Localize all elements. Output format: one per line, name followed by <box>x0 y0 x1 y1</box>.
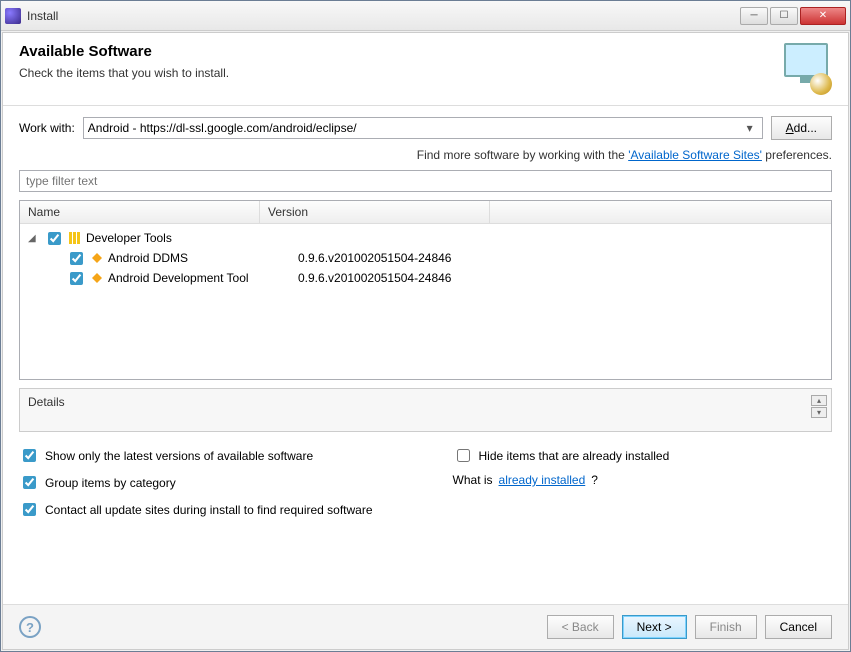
filter-input[interactable] <box>19 170 832 192</box>
group-category-checkbox[interactable] <box>23 476 36 489</box>
minimize-button[interactable]: ─ <box>740 7 768 25</box>
tree-child-node[interactable]: Android DDMS 0.9.6.v201002051504-24846 <box>20 248 831 268</box>
cancel-button[interactable]: Cancel <box>765 615 832 639</box>
work-with-value: Android - https://dl-ssl.google.com/andr… <box>88 121 742 135</box>
root-checkbox[interactable] <box>48 232 61 245</box>
tree-child-node[interactable]: Android Development Tool 0.9.6.v20100205… <box>20 268 831 288</box>
window-title: Install <box>27 9 740 23</box>
item-checkbox[interactable] <box>70 272 83 285</box>
install-icon <box>772 43 832 95</box>
item-version: 0.9.6.v201002051504-24846 <box>290 251 831 265</box>
work-with-label: Work with: <box>19 121 75 135</box>
plugin-icon <box>90 271 104 285</box>
sites-hint: Find more software by working with the '… <box>19 148 832 162</box>
column-version[interactable]: Version <box>260 201 490 223</box>
item-version: 0.9.6.v201002051504-24846 <box>290 271 831 285</box>
tree-body[interactable]: ◢ Developer Tools Android DDMS <box>20 224 831 379</box>
opt-group-category[interactable]: Group items by category <box>19 473 373 492</box>
button-bar: ? < Back Next > Finish Cancel <box>3 604 848 649</box>
plugin-icon <box>90 251 104 265</box>
root-label: Developer Tools <box>86 231 172 245</box>
column-name[interactable]: Name <box>20 201 260 223</box>
dialog-content: Available Software Check the items that … <box>2 32 849 650</box>
maximize-button[interactable]: ☐ <box>770 7 798 25</box>
tree-root-node[interactable]: ◢ Developer Tools <box>20 228 831 248</box>
what-is-installed: What is already installed ? <box>453 473 670 487</box>
install-dialog: Install ─ ☐ ✕ Available Software Check t… <box>0 0 851 652</box>
finish-button[interactable]: Finish <box>695 615 757 639</box>
next-button[interactable]: Next > <box>622 615 687 639</box>
work-with-combo[interactable]: Android - https://dl-ssl.google.com/andr… <box>83 117 763 139</box>
details-scroll[interactable]: ▴▾ <box>811 395 827 418</box>
page-title: Available Software <box>19 43 772 60</box>
page-subtitle: Check the items that you wish to install… <box>19 66 772 80</box>
options-area: Show only the latest versions of availab… <box>19 446 832 519</box>
item-checkbox[interactable] <box>70 252 83 265</box>
opt-hide-installed[interactable]: Hide items that are already installed <box>453 446 670 465</box>
header-banner: Available Software Check the items that … <box>3 33 848 106</box>
app-icon <box>5 8 21 24</box>
available-sites-link[interactable]: 'Available Software Sites' <box>628 148 762 162</box>
item-label: Android Development Tool <box>108 271 249 285</box>
titlebar[interactable]: Install ─ ☐ ✕ <box>1 1 850 31</box>
details-panel: Details ▴▾ <box>19 388 832 432</box>
contact-sites-checkbox[interactable] <box>23 503 36 516</box>
show-latest-checkbox[interactable] <box>23 449 36 462</box>
chevron-down-icon: ▾ <box>742 121 758 135</box>
software-tree: Name Version ◢ Developer Tools <box>19 200 832 380</box>
expand-toggle-icon[interactable]: ◢ <box>28 233 40 244</box>
work-with-row: Work with: Android - https://dl-ssl.goog… <box>19 116 832 140</box>
back-button[interactable]: < Back <box>547 615 614 639</box>
tree-header: Name Version <box>20 201 831 224</box>
details-label: Details <box>28 395 65 409</box>
help-icon[interactable]: ? <box>19 616 41 638</box>
column-spacer <box>490 201 831 223</box>
opt-show-latest[interactable]: Show only the latest versions of availab… <box>19 446 373 465</box>
already-installed-link[interactable]: already installed <box>499 473 586 487</box>
hide-installed-checkbox[interactable] <box>457 449 470 462</box>
opt-contact-sites[interactable]: Contact all update sites during install … <box>19 500 373 519</box>
category-icon <box>68 231 82 245</box>
close-button[interactable]: ✕ <box>800 7 846 25</box>
item-label: Android DDMS <box>108 251 188 265</box>
add-button[interactable]: Add... <box>771 116 832 140</box>
